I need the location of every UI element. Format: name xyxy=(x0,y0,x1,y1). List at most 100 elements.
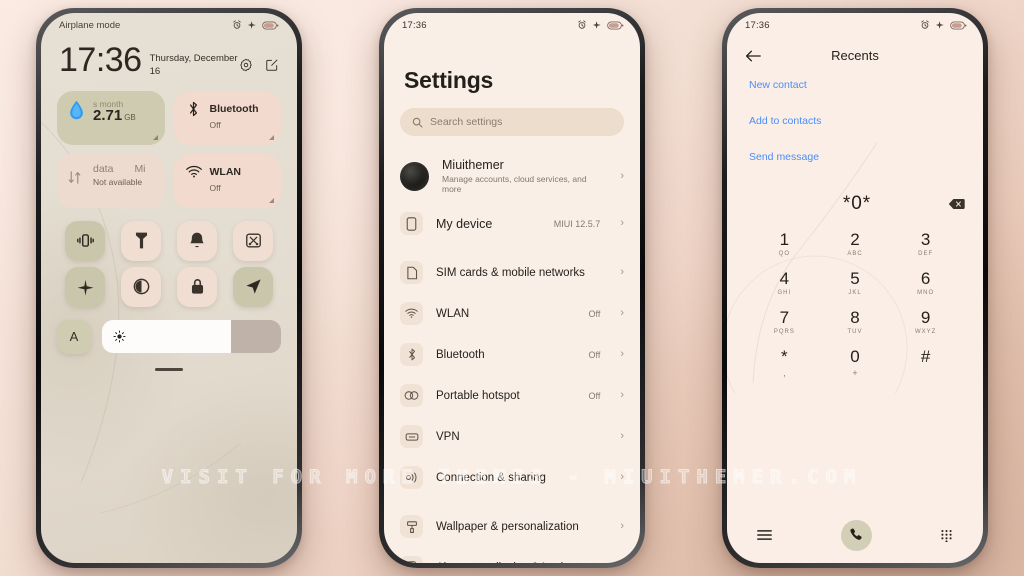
call-button[interactable] xyxy=(840,519,872,551)
toggle-dark-mode[interactable] xyxy=(121,266,161,307)
battery-icon xyxy=(607,20,624,30)
dialpad-key-3[interactable]: 3 DEF xyxy=(899,231,953,257)
tile-expand-corner[interactable] xyxy=(152,134,158,140)
backspace-icon xyxy=(948,198,965,210)
chevron-right-icon: › xyxy=(620,217,624,229)
key-digit: 2 xyxy=(850,230,860,249)
dialpad-key-2[interactable]: 2 ABC xyxy=(828,231,882,257)
toggle-location[interactable] xyxy=(233,266,273,307)
settings-list: Miuithemer Manage accounts, cloud servic… xyxy=(384,149,640,563)
gear-icon[interactable] xyxy=(239,58,253,72)
status-bar-icons xyxy=(577,20,624,30)
tile-data-label: data xyxy=(93,162,114,175)
brightness-slider[interactable] xyxy=(102,320,281,354)
toggle-screen-lock[interactable] xyxy=(177,266,217,307)
quick-tiles-grid: s month 2.71 GB Bluetooth Off data Mi No… xyxy=(41,79,297,208)
settings-label: VPN xyxy=(436,430,460,443)
settings-row-account[interactable]: Miuithemer Manage accounts, cloud servic… xyxy=(384,149,640,203)
link-new-contact[interactable]: New contact xyxy=(749,79,961,91)
back-arrow-icon[interactable] xyxy=(745,49,761,63)
wifi-icon xyxy=(400,302,423,325)
keypad-icon[interactable] xyxy=(940,529,953,542)
key-digit: 0 xyxy=(850,347,860,366)
tile-expand-corner[interactable] xyxy=(269,197,274,203)
key-letters: ABC xyxy=(847,251,863,257)
dialpad-key-star[interactable]: * , xyxy=(757,348,811,378)
settings-label: Bluetooth xyxy=(436,348,485,361)
settings-value: Off xyxy=(588,390,601,401)
airplane-icon xyxy=(592,21,601,29)
backspace-button[interactable] xyxy=(943,198,965,210)
tile-wlan[interactable]: WLAN Off xyxy=(173,153,281,208)
tile-expand-corner[interactable] xyxy=(269,134,274,140)
settings-row-hotspot[interactable]: Portable hotspot Off › xyxy=(384,375,640,416)
vpn-icon xyxy=(400,425,423,448)
flashlight-icon xyxy=(135,232,147,249)
settings-row-vpn[interactable]: VPN › xyxy=(384,416,640,457)
bluetooth-icon xyxy=(400,343,423,366)
key-letters: QO xyxy=(778,251,790,257)
dialpad-key-8[interactable]: 8 TUV xyxy=(828,309,882,335)
dialpad-key-5[interactable]: 5 JKL xyxy=(828,270,882,296)
link-send-message[interactable]: Send message xyxy=(749,151,961,163)
chevron-right-icon: › xyxy=(620,520,624,532)
key-digit: 6 xyxy=(920,269,931,288)
tile-mobile-data-usage[interactable]: s month 2.71 GB xyxy=(57,90,165,145)
tile-data-carrier: Mi xyxy=(134,162,146,175)
link-add-to-contacts[interactable]: Add to contacts xyxy=(749,115,961,127)
tile-wlan-state: Off xyxy=(209,182,221,193)
search-input[interactable]: Search settings xyxy=(400,108,624,136)
tile-bluetooth[interactable]: Bluetooth Off xyxy=(173,90,281,145)
dialpad-key-hash[interactable]: # xyxy=(899,348,953,378)
edit-icon[interactable] xyxy=(265,58,279,72)
account-subtitle: Manage accounts, cloud services, and mor… xyxy=(442,174,587,194)
bell-icon xyxy=(190,232,204,248)
clock-date: Thursday, December 16 xyxy=(149,53,238,77)
settings-label: Always-on display & Lock xyxy=(436,562,624,564)
settings-row-aod[interactable]: Always-on display & Lock xyxy=(384,547,640,563)
shade-drag-handle[interactable] xyxy=(155,367,183,371)
toggle-airplane-mode[interactable] xyxy=(65,266,105,307)
toggle-vibrate[interactable] xyxy=(65,220,105,261)
status-bar: 17:36 xyxy=(384,13,640,37)
account-name: Miuithemer xyxy=(442,158,504,172)
brightness-slider-fill xyxy=(102,320,231,354)
dialpad-key-7[interactable]: 7 PQRS xyxy=(757,309,811,335)
dialed-number: *0* xyxy=(842,193,872,214)
settings-row-bluetooth[interactable]: Bluetooth Off › xyxy=(384,334,640,375)
settings-row-wlan[interactable]: WLAN Off › xyxy=(384,293,640,334)
chevron-right-icon: › xyxy=(620,389,624,401)
dialer-header: Recents xyxy=(727,37,983,67)
menu-icon[interactable] xyxy=(757,529,772,541)
screen-control-center: Airplane mode 17:36 Thursday, December 1… xyxy=(41,13,297,563)
dialpad-key-6[interactable]: 6 MNO xyxy=(899,270,953,296)
key-letters: WXYZ xyxy=(914,329,937,335)
tile-data-state: Not available xyxy=(93,176,143,187)
alarm-icon xyxy=(233,20,241,29)
contrast-icon xyxy=(133,278,149,295)
dialpad-key-1[interactable]: 1 QO xyxy=(757,231,811,257)
phone-icon xyxy=(400,212,423,235)
tile-mobile-data[interactable]: data Mi Not available xyxy=(57,153,165,208)
hotspot-icon xyxy=(400,384,423,407)
settings-row-connection-sharing[interactable]: Connection & sharing › xyxy=(384,457,640,498)
airplane-icon xyxy=(935,21,944,29)
toggle-flashlight[interactable] xyxy=(121,220,161,261)
key-letters: PQRS xyxy=(773,329,795,335)
toggle-screenshot[interactable] xyxy=(233,220,273,261)
toggle-ringer[interactable] xyxy=(177,220,217,261)
settings-row-wallpaper[interactable]: Wallpaper & personalization › xyxy=(384,506,640,547)
key-digit: * xyxy=(781,347,788,366)
dialpad-key-9[interactable]: 9 WXYZ xyxy=(899,309,953,335)
settings-label: Connection & sharing xyxy=(436,471,546,484)
status-bar-icons xyxy=(920,20,967,30)
phone-dialer: 17:36 Recents New contact Add to contact… xyxy=(722,8,988,568)
auto-brightness-button[interactable]: A xyxy=(57,319,91,354)
settings-row-sim-cards[interactable]: SIM cards & mobile networks › xyxy=(384,252,640,293)
dialpad-key-4[interactable]: 4 GHI xyxy=(757,270,811,296)
section-divider xyxy=(384,498,640,506)
dialpad-key-0[interactable]: 0 + xyxy=(828,348,882,378)
screen-settings: 17:36 Settings Search settings Miuitheme… xyxy=(384,13,640,563)
settings-row-my-device[interactable]: My device MIUI 12.5.7 › xyxy=(384,203,640,244)
search-placeholder: Search settings xyxy=(430,116,503,128)
